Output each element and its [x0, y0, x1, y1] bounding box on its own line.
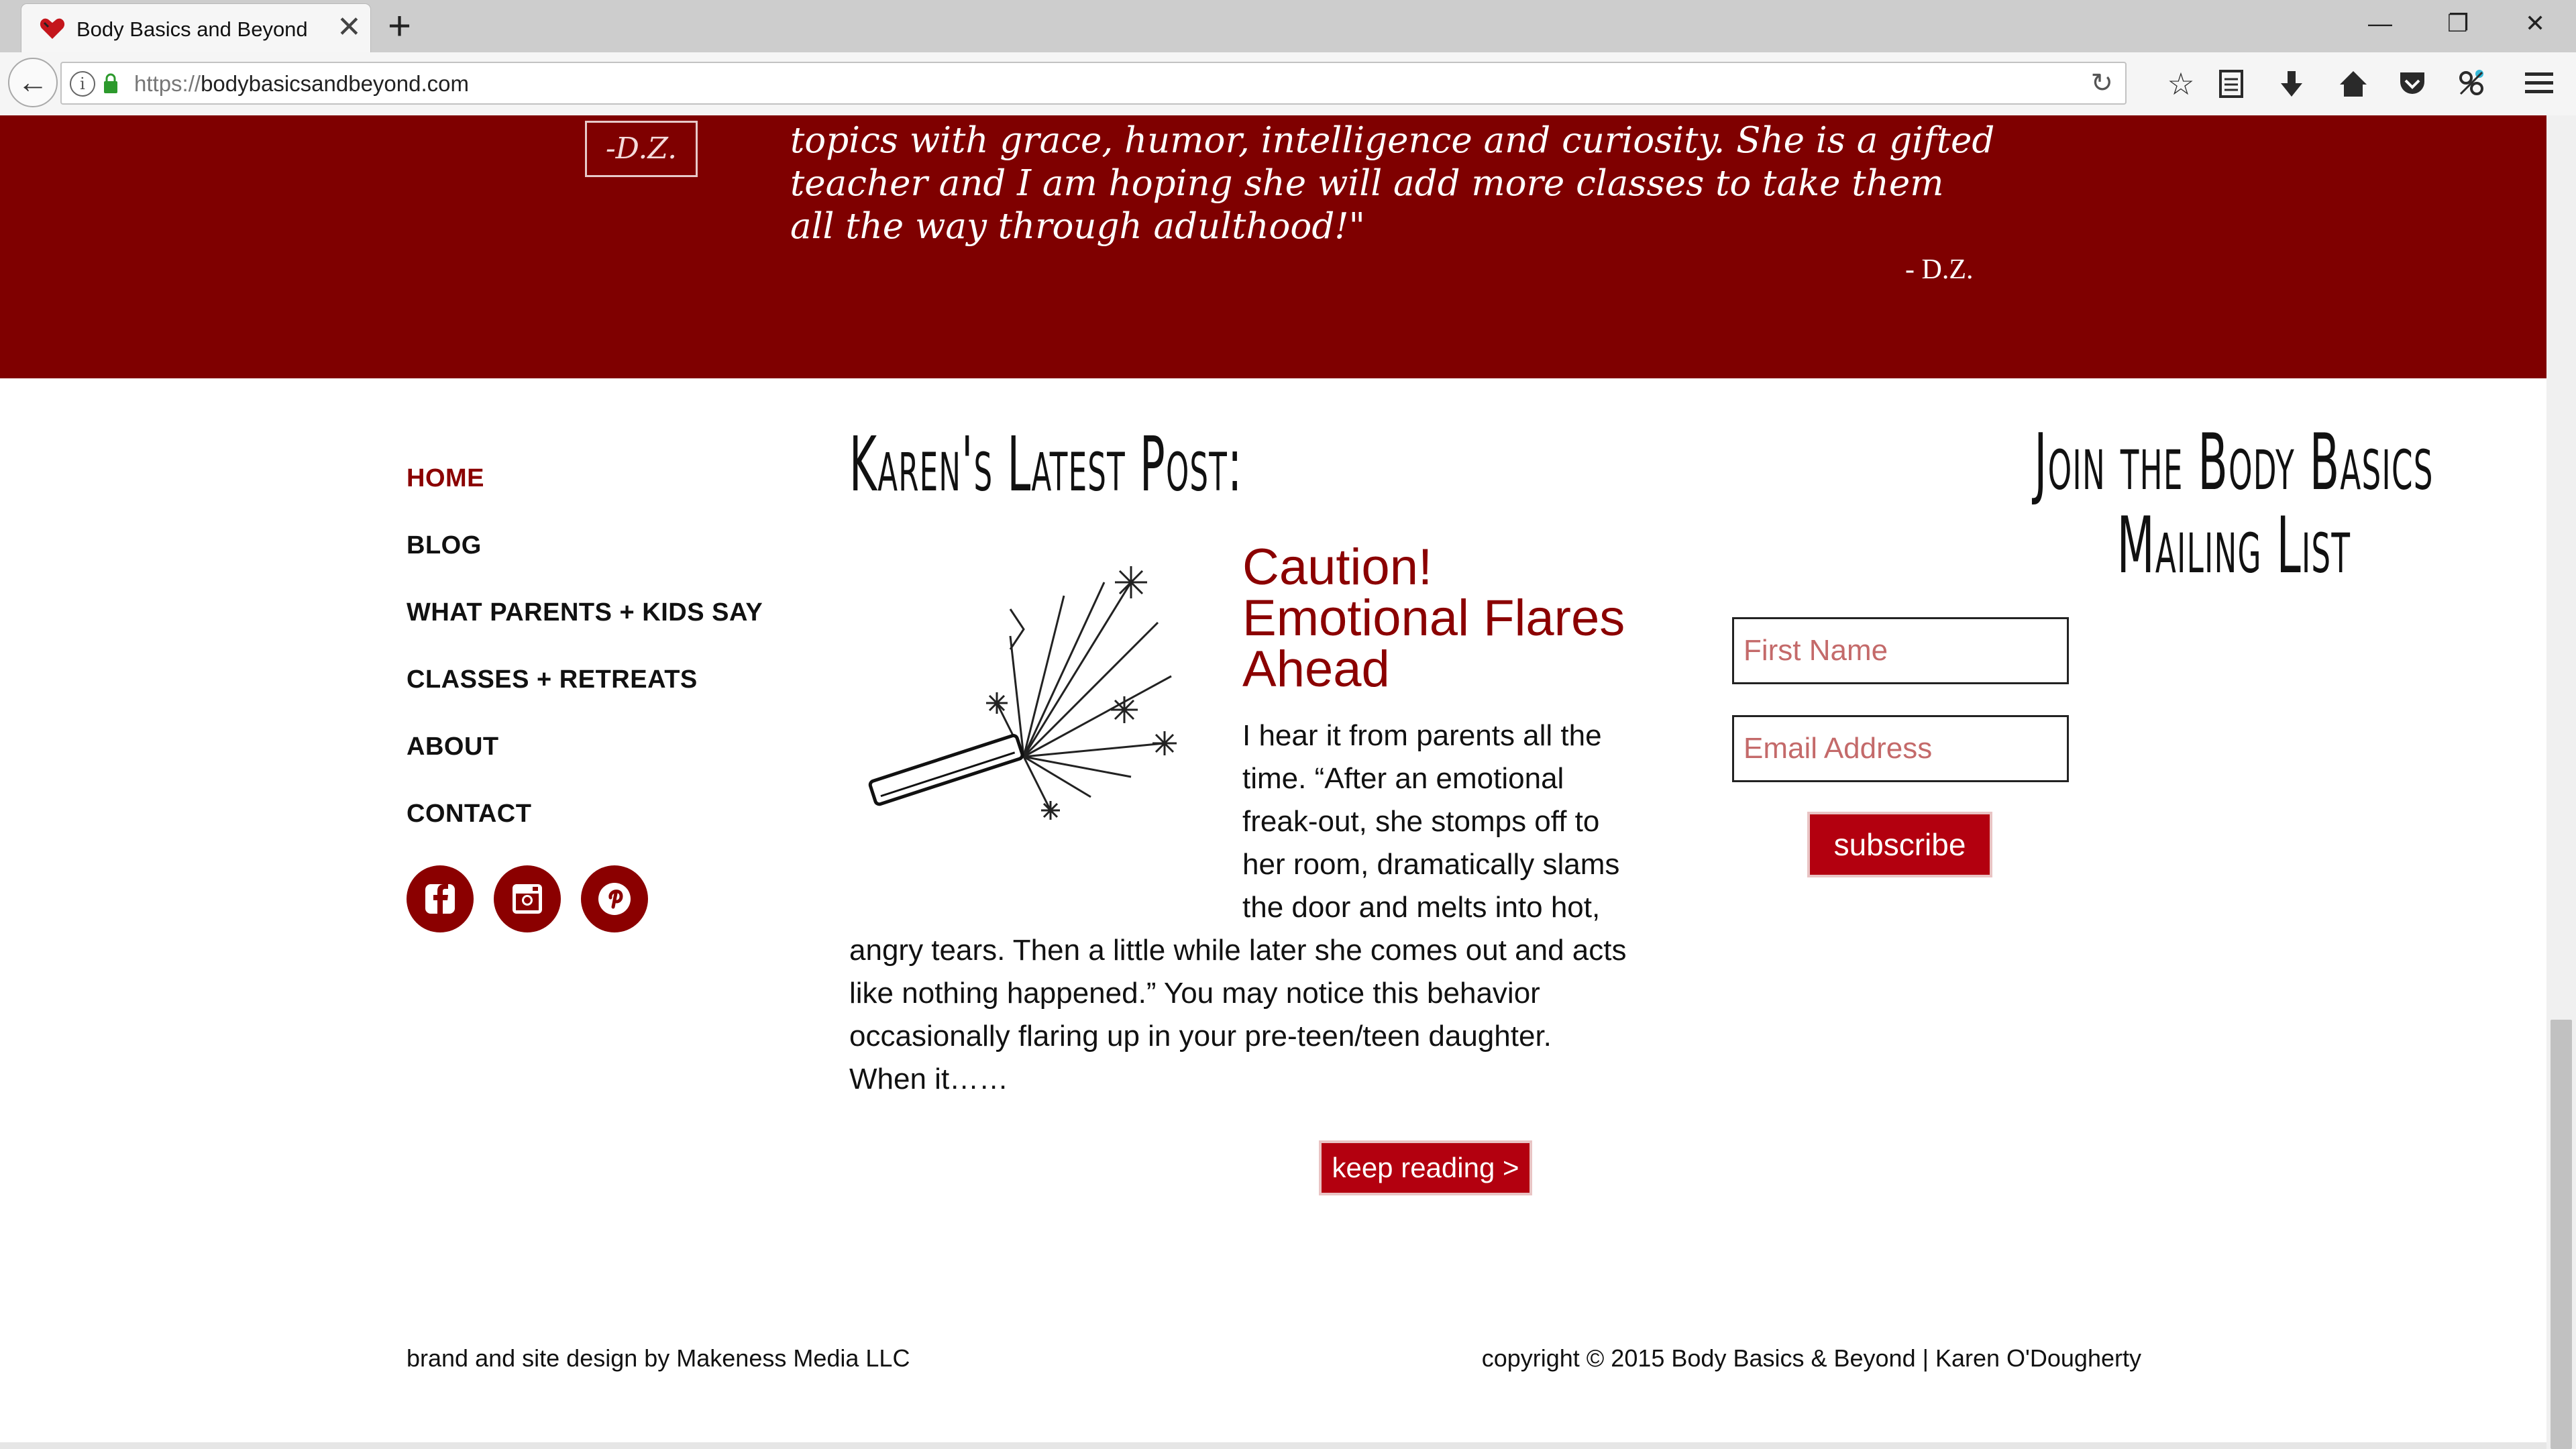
testimonial-quote: topics with grace, humor, intelligence a…	[790, 120, 1995, 247]
bookmark-star-icon[interactable]: ☆	[2163, 66, 2199, 102]
extension-icon[interactable]	[2455, 67, 2487, 99]
page-bottom-edge	[0, 1442, 2546, 1449]
menu-icon[interactable]	[2525, 71, 2553, 95]
nav-what-parents-kids-say[interactable]: WHAT PARENTS + KIDS SAY	[407, 598, 763, 627]
back-icon[interactable]: ←	[8, 58, 58, 107]
nav-home[interactable]: HOME	[407, 464, 484, 493]
info-icon[interactable]: i	[70, 71, 95, 97]
url-text: https://bodybasicsandbeyond.com	[134, 71, 469, 97]
subscribe-button[interactable]: subscribe	[1807, 812, 1992, 877]
footer-copyright: copyright © 2015 Body Basics & Beyond | …	[1481, 1344, 2141, 1372]
minimize-button[interactable]: —	[2368, 7, 2392, 40]
excerpt-float-spacer	[849, 714, 1242, 929]
tab-title: Body Basics and Beyond	[76, 17, 308, 41]
keep-reading-button[interactable]: keep reading >	[1319, 1140, 1532, 1195]
new-tab-button[interactable]: +	[388, 4, 411, 48]
site-favicon-icon	[40, 18, 65, 39]
reading-list-icon[interactable]	[2218, 68, 2245, 99]
tab-strip: Body Basics and Beyond ✕ + — ❐ ✕	[0, 0, 2576, 52]
post-excerpt-container: I hear it from parents all the time. “Af…	[849, 714, 1627, 1101]
nav-contact[interactable]: CONTACT	[407, 800, 531, 828]
instagram-icon[interactable]	[494, 865, 561, 932]
page-scrollbar-thumb[interactable]	[2551, 1020, 2572, 1449]
mailing-list-heading: Join the Body Basics Mailing List	[1860, 421, 2576, 588]
nav-classes-retreats[interactable]: CLASSES + RETREATS	[407, 665, 698, 694]
window-close-button[interactable]: ✕	[2525, 7, 2545, 40]
pocket-icon[interactable]	[2398, 70, 2427, 98]
active-tab[interactable]: Body Basics and Beyond ✕	[21, 4, 370, 52]
testimonial-banner: -D.Z. topics with grace, humor, intellig…	[0, 115, 2546, 378]
testimonial-logo: -D.Z.	[585, 121, 698, 177]
testimonial-author: - D.Z.	[1905, 254, 1974, 285]
mailing-heading-line1: Join the Body Basics	[2034, 417, 2434, 508]
footer-credit: brand and site design by Makeness Media …	[407, 1344, 910, 1372]
nav-blog[interactable]: BLOG	[407, 531, 482, 560]
reload-icon[interactable]: ↻	[2090, 66, 2113, 101]
pinterest-icon[interactable]	[581, 865, 648, 932]
download-icon[interactable]	[2278, 68, 2305, 99]
first-name-input[interactable]: First Name	[1732, 617, 2069, 684]
facebook-icon[interactable]	[407, 865, 474, 932]
mailing-heading-line2: Mailing List	[2116, 500, 2351, 591]
tab-close-icon[interactable]: ✕	[337, 11, 362, 44]
latest-post-heading: Karen's Latest Post:	[849, 421, 1243, 508]
restore-button[interactable]: ❐	[2447, 7, 2469, 40]
home-icon[interactable]	[2339, 68, 2368, 99]
url-host: bodybasicsandbeyond.com	[201, 71, 469, 96]
lock-icon	[104, 73, 117, 93]
url-protocol: https://	[134, 71, 201, 96]
email-input[interactable]: Email Address	[1732, 715, 2069, 782]
post-title[interactable]: Caution! Emotional Flares Ahead	[1242, 542, 1658, 695]
nav-about[interactable]: ABOUT	[407, 733, 499, 761]
address-bar[interactable]: i https://bodybasicsandbeyond.com ↻	[60, 62, 2127, 105]
